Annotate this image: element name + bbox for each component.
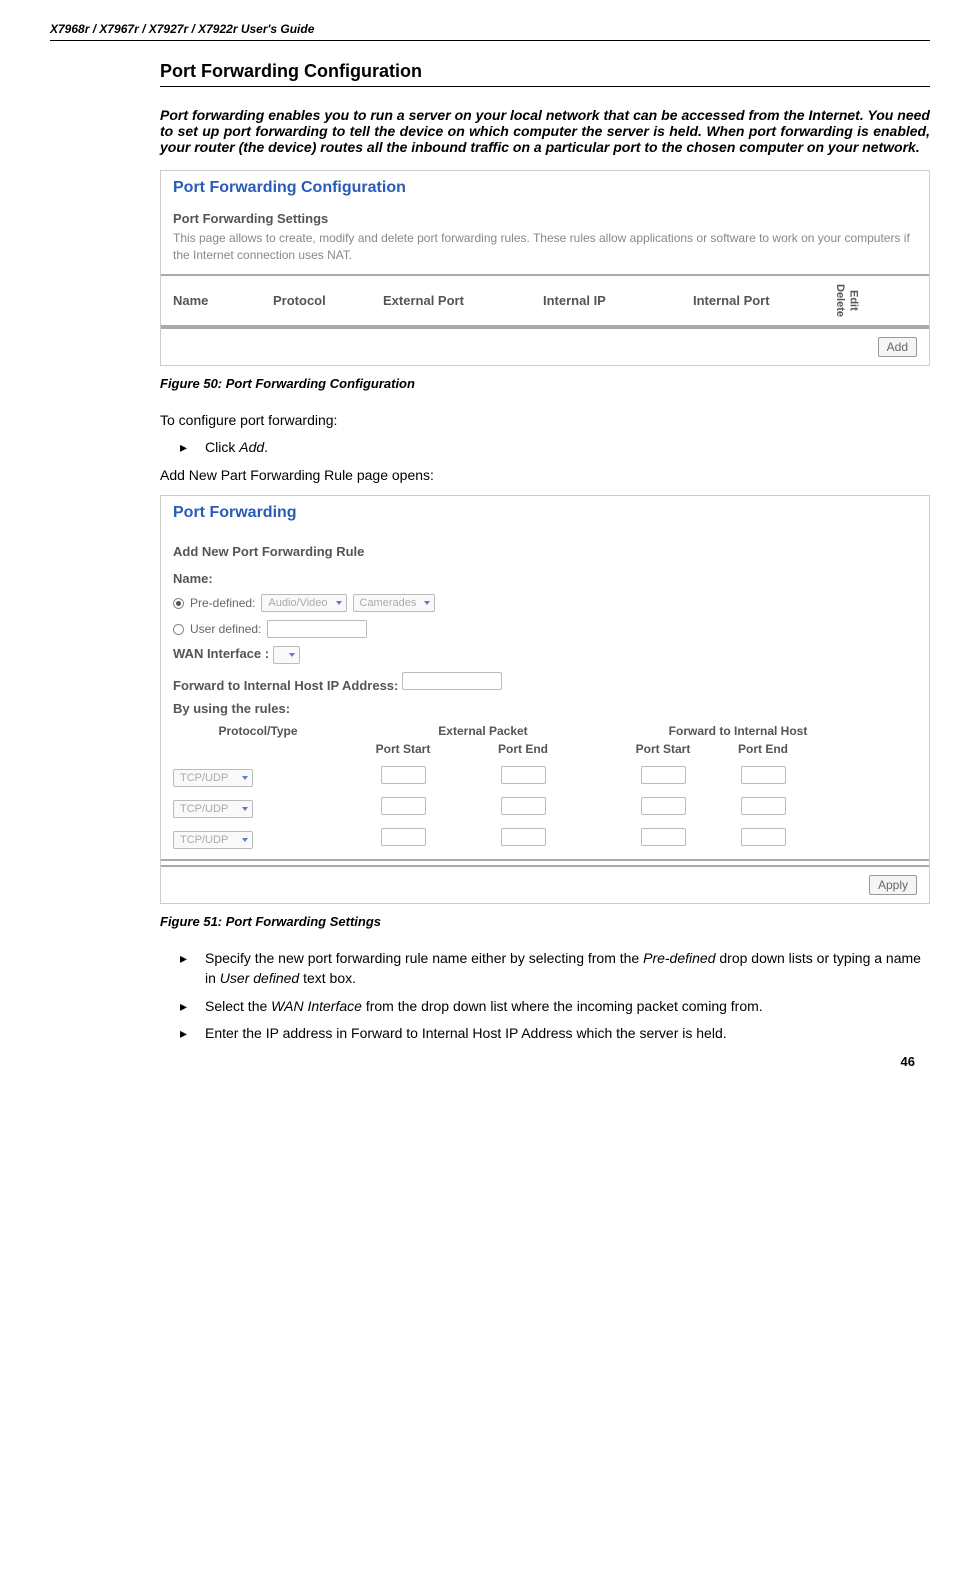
wan-interface-row: WAN Interface : <box>161 642 929 668</box>
figure-50: Port Forwarding Configuration Port Forwa… <box>160 170 930 366</box>
by-rules-label: By using the rules: <box>161 697 929 720</box>
bullet-item-0: ▸Specify the new port forwarding rule na… <box>180 949 930 988</box>
col-internal-ip: Internal IP <box>543 293 693 308</box>
fwd-start-2[interactable] <box>641 797 686 815</box>
rules-header-row: Protocol/Type External Packet Forward to… <box>161 720 929 742</box>
bullet-text-0: Specify the new port forwarding rule nam… <box>205 949 930 988</box>
col-edit: Edit <box>846 290 859 311</box>
rules-subheader-row: Port Start Port End Port Start Port End <box>161 742 929 762</box>
fig2-subtitle: Add New Port Forwarding Rule <box>161 538 929 561</box>
proto-select-1[interactable]: TCP/UDP <box>173 769 253 787</box>
ext-start-2[interactable] <box>381 797 426 815</box>
fwd-end-2[interactable] <box>741 797 786 815</box>
rules-row-2: TCP/UDP <box>161 793 929 824</box>
header-line: X7968r / X7967r / X7927r / X7922r User's… <box>50 20 930 41</box>
bullet1-suffix: . <box>264 439 268 455</box>
ext-port-start: Port Start <box>343 742 463 756</box>
wan-interface-label: WAN Interface : <box>173 646 269 661</box>
body-text-2: Add New Part Forwarding Rule page opens: <box>160 466 930 486</box>
figure-51-caption: Figure 51: Port Forwarding Settings <box>160 914 930 929</box>
section-title: Port Forwarding Configuration <box>160 61 930 82</box>
body-text-1: To configure port forwarding: <box>160 411 930 431</box>
ext-start-3[interactable] <box>381 828 426 846</box>
ext-end-1[interactable] <box>501 766 546 784</box>
col-name: Name <box>173 293 273 308</box>
fig1-footer: Add <box>161 327 929 365</box>
title-underline <box>160 86 930 87</box>
bullet-item-2: ▸Enter the IP address in Forward to Inte… <box>180 1024 930 1044</box>
fig1-table-header: Name Protocol External Port Internal IP … <box>161 274 929 327</box>
header-suffix: User's Guide <box>237 22 314 36</box>
bullet-marker-icon: ▸ <box>180 438 205 458</box>
bullet-text-1: Select the WAN Interface from the drop d… <box>205 997 930 1017</box>
wan-interface-select[interactable] <box>273 646 300 664</box>
fwd-port-start: Port Start <box>613 742 713 756</box>
fig1-title: Port Forwarding Configuration <box>161 171 929 205</box>
apply-button[interactable]: Apply <box>869 875 917 895</box>
bullet-marker-icon: ▸ <box>180 997 205 1017</box>
bullet1-em: Add <box>239 439 264 455</box>
figure-51: Port Forwarding Add New Port Forwarding … <box>160 495 930 904</box>
fig2-title: Port Forwarding <box>161 496 929 530</box>
col-delete: Delete <box>833 284 846 317</box>
predefined-label: Pre-defined: <box>190 596 255 610</box>
predefined-select-1[interactable]: Audio/Video <box>261 594 346 612</box>
rules-row-3: TCP/UDP <box>161 824 929 855</box>
col-protocol: Protocol <box>273 293 383 308</box>
figure-50-caption: Figure 50: Port Forwarding Configuration <box>160 376 930 391</box>
divider <box>161 859 929 861</box>
bullet-marker-icon: ▸ <box>180 949 205 988</box>
predefined-row: Pre-defined: Audio/Video Camerades <box>161 590 929 616</box>
fig2-name-label: Name: <box>161 567 929 590</box>
ext-end-2[interactable] <box>501 797 546 815</box>
fwd-start-1[interactable] <box>641 766 686 784</box>
proto-select-3[interactable]: TCP/UDP <box>173 831 253 849</box>
userdefined-input[interactable] <box>267 620 367 638</box>
userdefined-label: User defined: <box>190 622 261 636</box>
predefined-radio[interactable] <box>173 598 184 609</box>
add-button[interactable]: Add <box>878 337 917 357</box>
intro-paragraph: Port forwarding enables you to run a ser… <box>160 107 930 155</box>
col-internal-port: Internal Port <box>693 293 833 308</box>
bullet-marker-icon: ▸ <box>180 1024 205 1044</box>
forward-to-input[interactable] <box>402 672 502 690</box>
forward-to-row: Forward to Internal Host IP Address: <box>161 668 929 697</box>
col-external-port: External Port <box>383 293 543 308</box>
ext-end-3[interactable] <box>501 828 546 846</box>
fwd-end-3[interactable] <box>741 828 786 846</box>
col-protocol-type: Protocol/Type <box>173 724 343 738</box>
fig1-description: This page allows to create, modify and d… <box>161 228 929 274</box>
fwd-end-1[interactable] <box>741 766 786 784</box>
page-number: 46 <box>50 1054 930 1069</box>
bullet1-prefix: Click <box>205 439 239 455</box>
bullet-text-2: Enter the IP address in Forward to Inter… <box>205 1024 930 1044</box>
proto-select-2[interactable]: TCP/UDP <box>173 800 253 818</box>
col-external-packet: External Packet <box>343 724 623 738</box>
fwd-start-3[interactable] <box>641 828 686 846</box>
bullet-click-add: ▸ Click Add. <box>180 438 930 458</box>
fwd-port-end: Port End <box>713 742 813 756</box>
userdefined-row: User defined: <box>161 616 929 642</box>
fig2-footer: Apply <box>161 865 929 903</box>
ext-start-1[interactable] <box>381 766 426 784</box>
rules-row-1: TCP/UDP <box>161 762 929 793</box>
col-forward-host: Forward to Internal Host <box>623 724 853 738</box>
fig1-subtitle: Port Forwarding Settings <box>161 205 929 228</box>
userdefined-radio[interactable] <box>173 624 184 635</box>
predefined-select-2[interactable]: Camerades <box>353 594 436 612</box>
bullet-item-1: ▸Select the WAN Interface from the drop … <box>180 997 930 1017</box>
header-models: X7968r / X7967r / X7927r / X7922r <box>50 22 237 36</box>
ext-port-end: Port End <box>463 742 583 756</box>
forward-to-label: Forward to Internal Host IP Address: <box>173 678 398 693</box>
